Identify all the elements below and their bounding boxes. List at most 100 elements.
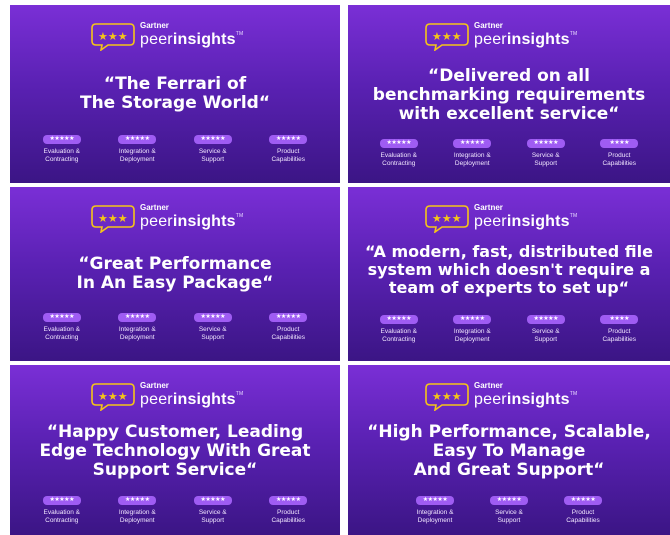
speech-bubble-stars-icon: ★★★: [91, 23, 135, 51]
rating-integration-deployment: ★★★★★ Integration & Deployment: [101, 496, 173, 525]
brand-gartner: Gartner: [140, 21, 169, 30]
brand-peerinsights: peerinsightsTM: [474, 213, 578, 230]
rating-label: Integration & Deployment: [453, 152, 491, 168]
svg-text:★★★: ★★★: [432, 212, 462, 225]
quote-line: benchmarking requirements: [372, 85, 646, 106]
rating-label: Service & Support: [198, 148, 227, 164]
svg-text:★★★: ★★★: [432, 30, 462, 43]
star-rating-badge: ★★★★★: [453, 315, 492, 324]
quote-line: “Happy Customer, Leading: [46, 422, 304, 442]
rating-label: Integration & Deployment: [118, 509, 156, 525]
rating-integration-deployment: ★★★★★ Integration & Deployment: [101, 313, 173, 342]
review-quote: “Happy Customer, Leading Edge Technology…: [18, 422, 332, 481]
brand-peerinsights: peerinsightsTM: [140, 213, 244, 230]
gartner-peer-insights-logo: ★★★ Gartner peerinsightsTM: [424, 379, 594, 413]
quote-line: “High Performance, Scalable,: [367, 422, 651, 442]
rating-integration-deployment: ★★★★★ Integration & Deployment: [436, 315, 508, 344]
rating-label: Integration & Deployment: [118, 148, 156, 164]
rating-service-support: ★★★★★ Service & Support: [510, 139, 582, 168]
svg-text:★★★: ★★★: [98, 390, 128, 403]
review-card: ★★★ Gartner peerinsightsTM “The Ferrari …: [10, 5, 340, 183]
rating-integration-deployment: ★★★★★ Integration & Deployment: [101, 135, 173, 164]
star-rating-badge: ★★★★★: [193, 496, 232, 505]
star-rating-badge: ★★★★★: [269, 496, 308, 505]
brand-gartner: Gartner: [474, 21, 503, 30]
rating-service-support: ★★★★★ Service & Support: [177, 496, 249, 525]
rating-service-support: ★★★★★ Service & Support: [177, 135, 249, 164]
rating-product-capabilities: ★★★★★ Product Capabilities: [547, 496, 619, 525]
star-rating-badge: ★★★★: [600, 139, 639, 148]
brand-peerinsights: peerinsightsTM: [140, 391, 244, 408]
rating-label: Integration & Deployment: [416, 509, 454, 525]
star-rating-badge: ★★★★★: [453, 139, 492, 148]
gartner-peer-insights-logo: ★★★ Gartner peerinsightsTM: [90, 379, 260, 413]
speech-bubble-stars-icon: ★★★: [425, 383, 469, 411]
review-quote: “Great Performance In An Easy Package“: [18, 254, 332, 294]
rating-label: Evaluation & Contracting: [43, 509, 81, 525]
rating-label: Integration & Deployment: [453, 328, 491, 344]
ratings-row: ★★★★★ Evaluation & Contracting ★★★★★ Inte…: [24, 313, 326, 342]
ratings-row: ★★★★★ Evaluation & Contracting ★★★★★ Inte…: [24, 496, 326, 525]
speech-bubble-stars-icon: ★★★: [91, 383, 135, 411]
brand-peerinsights: peerinsightsTM: [474, 391, 578, 408]
quote-line: In An Easy Package“: [76, 273, 274, 294]
rating-label: Evaluation & Contracting: [43, 326, 81, 342]
brand-gartner: Gartner: [474, 381, 503, 390]
brand-peerinsights: peerinsightsTM: [140, 31, 244, 48]
rating-label: Service & Support: [495, 509, 523, 525]
brand-gartner: Gartner: [140, 381, 169, 390]
star-rating-badge: ★★★★★: [490, 496, 528, 505]
quote-line: with excellent service“: [398, 104, 620, 125]
rating-label: Product Capabilities: [271, 326, 306, 342]
speech-bubble-stars-icon: ★★★: [425, 23, 469, 51]
rating-evaluation-contracting: ★★★★★ Evaluation & Contracting: [363, 139, 435, 168]
review-card: ★★★ Gartner peerinsightsTM “A modern, fa…: [348, 187, 670, 361]
rating-product-capabilities: ★★★★ Product Capabilities: [583, 139, 655, 168]
rating-product-capabilities: ★★★★★ Product Capabilities: [252, 313, 324, 342]
rating-product-capabilities: ★★★★★ Product Capabilities: [252, 496, 324, 525]
ratings-row: ★★★★★ Evaluation & Contracting ★★★★★ Inte…: [362, 139, 656, 168]
star-rating-badge: ★★★★★: [42, 496, 81, 505]
gartner-peer-insights-logo: ★★★ Gartner peerinsightsTM: [90, 19, 260, 53]
review-quote: “Delivered on all benchmarking requireme…: [356, 66, 662, 125]
star-rating-badge: ★★★★★: [526, 315, 565, 324]
svg-text:★★★: ★★★: [98, 30, 128, 43]
star-rating-badge: ★★★★★: [118, 313, 157, 322]
gartner-peer-insights-logo: ★★★ Gartner peerinsightsTM: [424, 19, 594, 53]
rating-label: Evaluation & Contracting: [43, 148, 81, 164]
review-grid: ★★★ Gartner peerinsightsTM “The Ferrari …: [0, 0, 670, 535]
speech-bubble-stars-icon: ★★★: [425, 205, 469, 233]
star-rating-badge: ★★★★★: [564, 496, 602, 505]
rating-evaluation-contracting: ★★★★★ Evaluation & Contracting: [26, 135, 98, 164]
quote-line: team of experts to set up“: [388, 278, 630, 298]
rating-service-support: ★★★★★ Service & Support: [177, 313, 249, 342]
rating-label: Product Capabilities: [602, 328, 637, 344]
rating-evaluation-contracting: ★★★★★ Evaluation & Contracting: [26, 313, 98, 342]
star-rating-badge: ★★★★★: [118, 135, 157, 144]
quote-line: “A modern, fast, distributed file: [365, 242, 653, 261]
rating-label: Integration & Deployment: [118, 326, 156, 342]
rating-label: Evaluation & Contracting: [380, 328, 418, 344]
ratings-row: ★★★★★ Evaluation & Contracting ★★★★★ Inte…: [24, 135, 326, 164]
rating-label: Service & Support: [531, 328, 560, 344]
rating-service-support: ★★★★★ Service & Support: [473, 496, 545, 525]
rating-label: Service & Support: [198, 326, 227, 342]
brand-gartner: Gartner: [140, 203, 169, 212]
quote-line: And Great Support“: [413, 460, 605, 481]
star-rating-badge: ★★★★★: [118, 496, 157, 505]
quote-line: Support Service“: [92, 460, 258, 481]
rating-evaluation-contracting: ★★★★★ Evaluation & Contracting: [363, 315, 435, 344]
review-card: ★★★ Gartner peerinsightsTM “Happy Custom…: [10, 365, 340, 535]
rating-integration-deployment: ★★★★★ Integration & Deployment: [399, 496, 471, 525]
star-rating-badge: ★★★★★: [269, 313, 308, 322]
rating-service-support: ★★★★★ Service & Support: [510, 315, 582, 344]
star-rating-badge: ★★★★★: [42, 135, 81, 144]
review-quote: “The Ferrari of The Storage World“: [18, 74, 332, 113]
rating-label: Product Capabilities: [566, 509, 600, 525]
quote-line: system which doesn't require a: [367, 260, 651, 280]
brand-peerinsights: peerinsightsTM: [474, 31, 578, 48]
rating-evaluation-contracting: ★★★★★ Evaluation & Contracting: [26, 496, 98, 525]
quote-line: “Great Performance: [78, 254, 272, 274]
rating-label: Product Capabilities: [602, 152, 637, 168]
gartner-peer-insights-logo: ★★★ Gartner peerinsightsTM: [424, 201, 594, 235]
